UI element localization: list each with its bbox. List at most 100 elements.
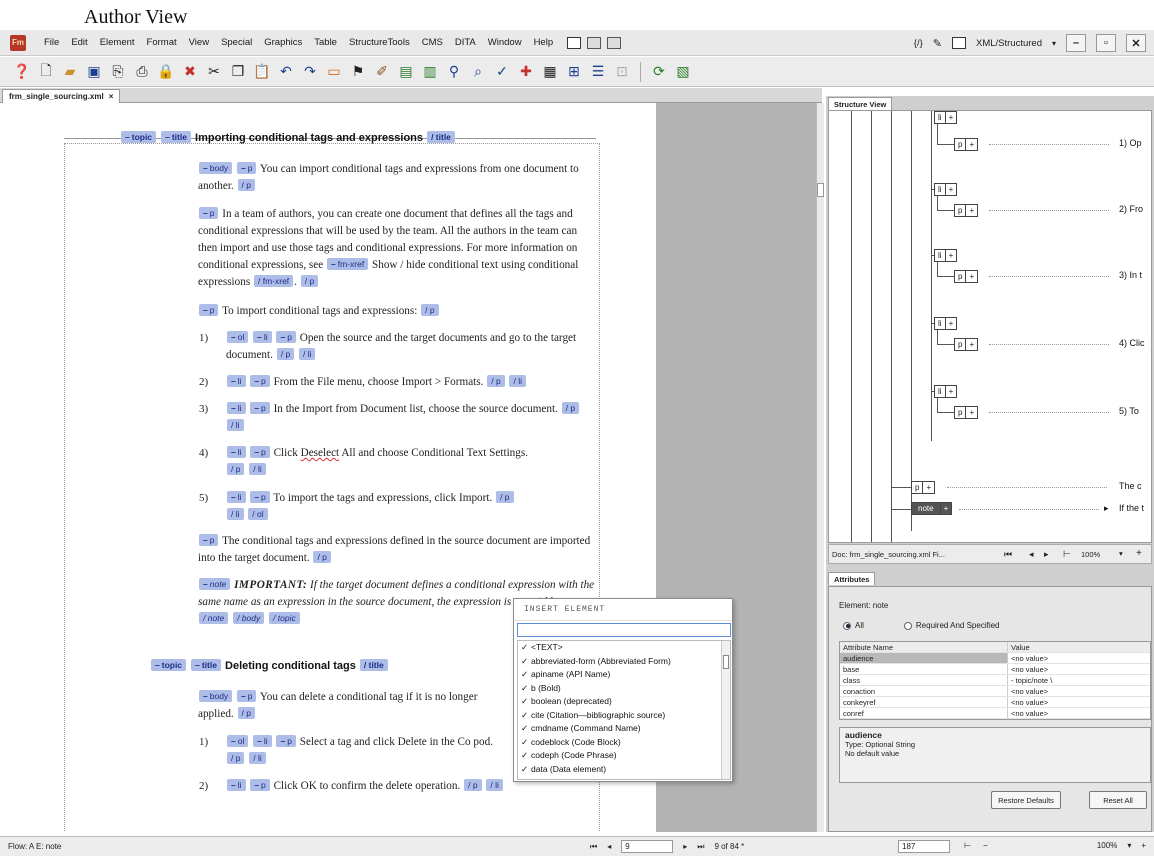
node-li[interactable]: li + (934, 183, 958, 196)
list-item[interactable]: ✓ b (Bold) (518, 682, 730, 696)
format-icon[interactable]: ✐ (372, 62, 392, 82)
tag-p[interactable]: p (276, 331, 296, 343)
delete-icon[interactable]: ✖ (180, 62, 200, 82)
tag-p[interactable]: p (250, 402, 270, 414)
tag-topic-end[interactable]: / topic (269, 612, 300, 624)
tag-p[interactable]: p (250, 375, 270, 387)
grid-dropdown-icon[interactable] (607, 36, 622, 49)
list-item[interactable]: ✓ abbreviated-form (Abbreviated Form) (518, 655, 730, 669)
spellcheck-icon[interactable]: ⚑ (348, 62, 368, 82)
menu-edit[interactable]: Edit (65, 37, 93, 48)
tag-topic[interactable]: topic (121, 131, 157, 143)
node-p[interactable]: p + (954, 406, 979, 419)
topic2-heading[interactable]: topic title Deleting conditional tags / … (150, 659, 389, 672)
table-icon[interactable]: ⊞ (564, 62, 584, 82)
redo-icon[interactable]: ↷ (300, 62, 320, 82)
last-page-icon[interactable]: ⏭ (697, 842, 704, 852)
table-row[interactable]: conref <no value> (840, 708, 1150, 719)
menu-window[interactable]: Window (482, 37, 528, 48)
tag-p[interactable]: p (276, 735, 296, 747)
node-li[interactable]: li + (934, 249, 958, 262)
copy-icon[interactable]: ❐ (228, 62, 248, 82)
tag-li-end[interactable]: / li (227, 508, 244, 520)
tag-li[interactable]: li (253, 331, 272, 343)
menu-table[interactable]: Table (308, 37, 343, 48)
list-item[interactable]: ✓ cite (Citation—bibliographic source) (518, 709, 730, 723)
list-item[interactable]: ✓ apiname (API Name) (518, 668, 730, 682)
menu-help[interactable]: Help (528, 37, 560, 48)
tag-li-end[interactable]: / li (227, 419, 244, 431)
tag-p[interactable]: p (199, 534, 219, 546)
tag-body-end[interactable]: / body (233, 612, 265, 624)
node-p[interactable]: p + (954, 338, 979, 351)
menu-structuretools[interactable]: StructureTools (343, 37, 416, 48)
help-icon[interactable]: ❓ (12, 62, 32, 82)
tag-p-end[interactable]: / p (227, 463, 245, 475)
import-icon[interactable]: ⎘ (108, 62, 128, 82)
tag-title-end[interactable]: / title (359, 659, 388, 671)
code-view-icon[interactable]: {/} (914, 38, 923, 49)
tag-li-end[interactable]: / li (486, 779, 503, 791)
topic1-p3[interactable]: p To import conditional tags and express… (198, 303, 594, 320)
tag-fm-xref-end[interactable]: / fm-xref (254, 275, 294, 287)
page-number-input[interactable]: 9 (621, 840, 674, 853)
tag-p[interactable]: p (250, 446, 270, 458)
tag-p[interactable]: p (199, 304, 219, 316)
tag-li[interactable]: li (227, 779, 246, 791)
node-li[interactable]: li + (934, 385, 958, 398)
tag-li-end[interactable]: / li (298, 348, 316, 360)
table-row[interactable]: base <no value> (840, 664, 1150, 675)
tab-frm-single-sourcing[interactable]: frm_single_sourcing.xml × (2, 89, 121, 103)
radio-all[interactable]: All (843, 621, 864, 630)
tag-fm-xref[interactable]: fm-xref (327, 258, 369, 270)
menu-graphics[interactable]: Graphics (258, 37, 308, 48)
node-p[interactable]: p + (954, 204, 979, 217)
topic1-heading[interactable]: topic title Importing conditional tags a… (120, 131, 456, 144)
tag-p-end[interactable]: / p (487, 375, 505, 387)
table-row[interactable]: class - topic/note \ (840, 675, 1150, 686)
tag-li-end[interactable]: / li (249, 463, 266, 475)
topic1-p2[interactable]: p In a team of authors, you can create o… (198, 206, 598, 291)
tag-note[interactable]: note (199, 578, 231, 590)
layout-dropdown-icon[interactable] (587, 36, 602, 49)
first-page-icon[interactable]: ⏮ (1004, 549, 1012, 560)
chevron-down-icon[interactable]: ▾ (1127, 841, 1131, 850)
menu-format[interactable]: Format (141, 37, 183, 48)
cut-icon[interactable]: ✂ (204, 62, 224, 82)
paste-icon[interactable]: 📋 (252, 62, 272, 82)
zoom-out-icon[interactable]: ⊢ (1063, 549, 1071, 560)
tag-p-end[interactable]: / p (237, 707, 255, 719)
zoom-out-icon[interactable]: − (983, 841, 988, 850)
next-icon[interactable]: ▸ (1044, 549, 1049, 560)
document-vertical-scrollbar[interactable] (816, 103, 824, 832)
insert-element-input[interactable] (517, 623, 731, 637)
prev-page-icon[interactable]: ◂ (607, 842, 611, 851)
tab-structure-view[interactable]: Structure View (828, 97, 893, 110)
tag-p-end[interactable]: / p (300, 275, 319, 287)
zoom-level[interactable]: 100% (1081, 550, 1100, 559)
zoom-input[interactable]: 187 (898, 840, 950, 853)
list-item[interactable]: li p To import the tags and expressions,… (226, 490, 516, 524)
restore-defaults-button[interactable]: Restore Defaults (991, 791, 1061, 809)
tag-li[interactable]: li (227, 446, 246, 458)
pencil-icon[interactable]: ✎ (933, 37, 942, 50)
chart-icon[interactable]: ▤ (396, 62, 416, 82)
first-page-icon[interactable]: ⏮ (590, 842, 597, 852)
expand-triangle-icon[interactable]: ▸ (1104, 503, 1109, 514)
tag-p[interactable]: p (250, 779, 270, 791)
menu-dita[interactable]: DITA (449, 37, 482, 48)
tag-title[interactable]: title (191, 659, 221, 671)
tag-title[interactable]: title (161, 131, 191, 143)
tag-ol[interactable]: ol (227, 331, 249, 343)
tag-li[interactable]: li (227, 491, 246, 503)
pdf-icon[interactable]: ⊡ (612, 62, 632, 82)
menu-cms[interactable]: CMS (416, 37, 449, 48)
tag-li[interactable]: li (227, 375, 246, 387)
tag-p-end[interactable]: / p (561, 402, 580, 414)
new-doc-icon[interactable]: 🗋 (36, 62, 56, 82)
scroll-thumb[interactable] (723, 655, 729, 669)
close-icon[interactable]: × (109, 92, 114, 101)
tag-p[interactable]: p (236, 690, 257, 702)
tag-li[interactable]: li (253, 735, 272, 747)
tag-p-end[interactable]: / p (421, 304, 439, 316)
